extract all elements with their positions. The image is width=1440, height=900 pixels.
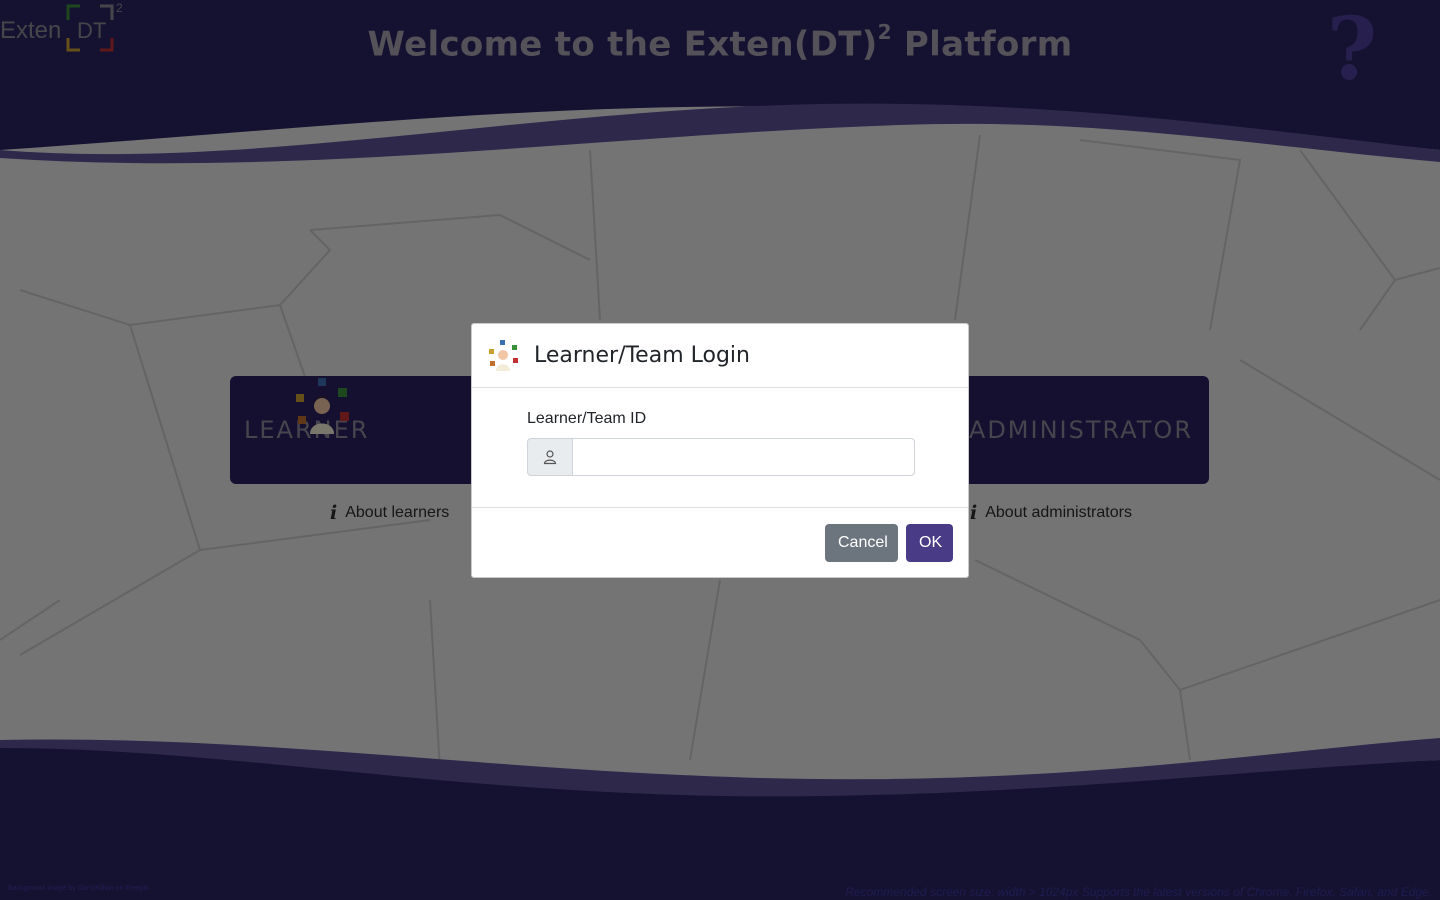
dialog-header: Learner/Team Login	[472, 324, 968, 388]
login-dialog: Learner/Team Login Learner/Team ID Cance…	[471, 323, 969, 578]
learner-team-id-label: Learner/Team ID	[527, 410, 647, 427]
learner-puzzle-avatar-icon	[489, 339, 518, 371]
dialog-footer: Cancel OK	[472, 508, 968, 562]
learner-team-id-input[interactable]	[573, 438, 915, 476]
cancel-button[interactable]: Cancel	[825, 524, 898, 562]
learner-team-id-group	[527, 438, 915, 476]
user-icon	[527, 438, 573, 476]
dialog-title: Learner/Team Login	[534, 343, 750, 368]
ok-button[interactable]: OK	[906, 524, 953, 562]
dialog-body: Learner/Team ID	[472, 388, 968, 508]
